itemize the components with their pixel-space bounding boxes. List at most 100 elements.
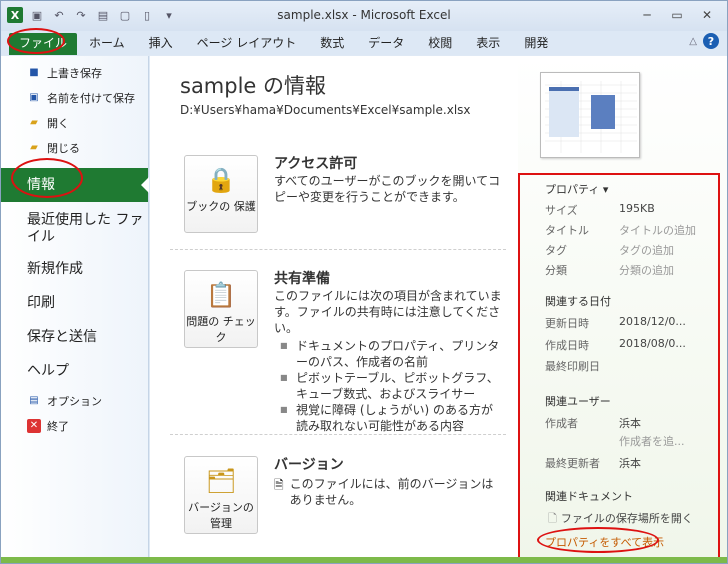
prepare-list: ドキュメントのプロパティ、プリンターのパス、作成者の名前 ピボットテーブル、ピボ… [274,338,504,434]
menu-exit[interactable]: ✕ 終了 [1,413,148,438]
modified-label: 更新日時 [545,317,589,330]
modified-value: 2018/12/0... [619,315,686,328]
annotation-circle-file [7,28,65,54]
tab-home[interactable]: ホーム [77,33,137,55]
menu-save-label: 上書き保存 [47,66,102,80]
document-icon: 🗋 [548,512,557,525]
created-label: 作成日時 [545,339,589,352]
prepare-heading: 共有準備 [274,271,330,287]
menu-recent[interactable]: 最近使用した ファイル [1,208,148,252]
last-modified-by-value: 浜本 [619,457,641,470]
author-value: 浜本 [619,417,641,430]
tab-insert[interactable]: 挿入 [137,33,185,55]
maximize-icon[interactable]: ▭ [663,5,691,25]
versions-heading: バージョン [274,457,344,473]
menu-save-as[interactable]: ▣ 名前を付けて保存 [1,85,148,110]
menu-close-label: 閉じる [47,141,80,155]
save-as-icon: ▣ [29,92,39,103]
tab-view[interactable]: 表示 [464,33,512,55]
protect-workbook-label: ブックの 保護 [186,200,256,213]
check-issues-label: 問題の チェック [186,315,256,344]
versions-desc: このファイルには、前のバージョンはありません。 [289,477,494,507]
window-controls: ─ ▭ ✕ [633,5,721,25]
size-label: サイズ [545,204,578,217]
created-value: 2018/08/0... [619,337,686,350]
open-file-location-link[interactable]: 🗋 ファイルの保存場所を開く [548,510,693,529]
exit-icon: ✕ [27,418,41,433]
ribbon-tabs: ファイル ホーム 挿入 ページ レイアウト 数式 データ 校閲 表示 開発 [1,31,727,55]
related-docs-heading: 関連ドキュメント [545,490,633,503]
menu-help[interactable]: ヘルプ [1,354,148,388]
tab-review[interactable]: 校閲 [416,33,464,55]
list-item: 視覚に障碍 (しょうがい) のある方が読み取れない可能性がある内容 [274,402,504,434]
author-label: 作成者 [545,417,578,430]
add-author-field[interactable]: 作成者を追... [619,433,685,449]
tags-label: タグ [545,244,567,257]
document-icon: 🗎 [274,478,284,492]
protect-workbook-button[interactable]: 🔒 ブックの 保護 [184,155,258,233]
page-title: sample の情報 [180,74,327,98]
bottom-accent-bar [1,557,727,563]
title-label: タイトル [545,224,589,237]
menu-exit-label: 終了 [47,419,69,433]
tags-field[interactable]: タグの追加 [619,242,674,258]
options-icon: ▤ [29,395,39,406]
help-icon[interactable]: ? [703,33,719,49]
menu-save-as-label: 名前を付けて保存 [47,91,135,105]
dates-heading: 関連する日付 [545,295,611,308]
properties-heading[interactable]: プロパティ ▾ [545,181,608,197]
list-item: ドキュメントのプロパティ、プリンターのパス、作成者の名前 [274,338,504,370]
menu-options[interactable]: ▤ オプション [1,388,148,413]
category-label: 分類 [545,264,567,277]
check-issues-button[interactable]: 📋 問題の チェック [184,270,258,348]
checklist-icon: 📋 [206,281,236,309]
prepare-body: このファイルには次の項目が含まれています。ファイルの共有時には注意してください。… [274,288,504,434]
last-printed-label: 最終印刷日 [545,360,600,373]
menu-save[interactable]: ■ 上書き保存 [1,60,148,85]
tab-data[interactable]: データ [356,33,416,55]
divider [170,434,506,435]
prepare-section: 📋 問題の チェック 共有準備 このファイルには次の項目が含まれています。ファイ… [174,266,504,436]
prepare-desc: このファイルには次の項目が含まれています。ファイルの共有時には注意してください。 [274,289,502,335]
lock-icon: 🔒 [206,166,236,194]
size-value: 195KB [619,202,655,215]
ribbon-help-area: △ ? [689,33,719,49]
permissions-desc: すべてのユーザーがこのブックを開いてコピーや変更を行うことができます。 [274,174,501,204]
minimize-icon[interactable]: ─ [633,5,661,25]
list-item: ピボットテーブル、ピボットグラフ、キューブ数式、およびスライサー [274,370,504,402]
versions-section: 🗂 バージョンの 管理 バージョン 🗎 このファイルには、前のバージョンはありま… [174,450,504,550]
menu-open-label: 開く [47,116,69,130]
menu-options-label: オプション [47,394,102,408]
close-icon[interactable]: ✕ [693,5,721,25]
open-folder-icon: ▰ [30,117,38,128]
menu-close[interactable]: ▰ 閉じる [1,135,148,160]
permissions-section: 🔒 ブックの 保護 アクセス許可 すべてのユーザーがこのブックを開いてコピーや変… [174,151,504,251]
annotation-circle-show-all [537,527,659,553]
close-folder-icon: ▰ [30,142,38,153]
versions-icon: 🗂 [205,467,237,495]
category-field[interactable]: 分類の追加 [619,262,674,278]
divider [170,249,506,250]
last-modified-by-label: 最終更新者 [545,457,600,470]
versions-body: 🗎 このファイルには、前のバージョンはありません。 [274,476,504,508]
ribbon-collapse-icon[interactable]: △ [689,36,697,47]
manage-versions-label: バージョンの 管理 [188,501,254,530]
menu-new[interactable]: 新規作成 [1,252,148,286]
manage-versions-button[interactable]: 🗂 バージョンの 管理 [184,456,258,534]
tab-page-layout[interactable]: ページ レイアウト [185,33,309,55]
menu-open[interactable]: ▰ 開く [1,110,148,135]
annotation-circle-info [11,158,83,198]
workbook-thumbnail [540,72,640,158]
file-path: D:¥Users¥hama¥Documents¥Excel¥sample.xls… [180,103,471,117]
menu-print[interactable]: 印刷 [1,286,148,320]
title-field[interactable]: タイトルの追加 [619,222,696,238]
permissions-heading: アクセス許可 [274,156,358,172]
title-bar: X ▣ ↶ ↷ ▤ ▢ ▯ ▾ sample.xlsx - Microsoft … [1,1,727,31]
excel-window: X ▣ ↶ ↷ ▤ ▢ ▯ ▾ sample.xlsx - Microsoft … [0,0,728,564]
open-file-location-label: ファイルの保存場所を開く [560,512,693,525]
menu-save-send[interactable]: 保存と送信 [1,320,148,354]
properties-panel: プロパティ ▾ サイズ 195KB タイトル タイトルの追加 タグ タグの追加 … [518,56,727,563]
people-heading: 関連ユーザー [545,395,611,408]
tab-developer[interactable]: 開発 [512,33,560,55]
tab-formulas[interactable]: 数式 [308,33,356,55]
